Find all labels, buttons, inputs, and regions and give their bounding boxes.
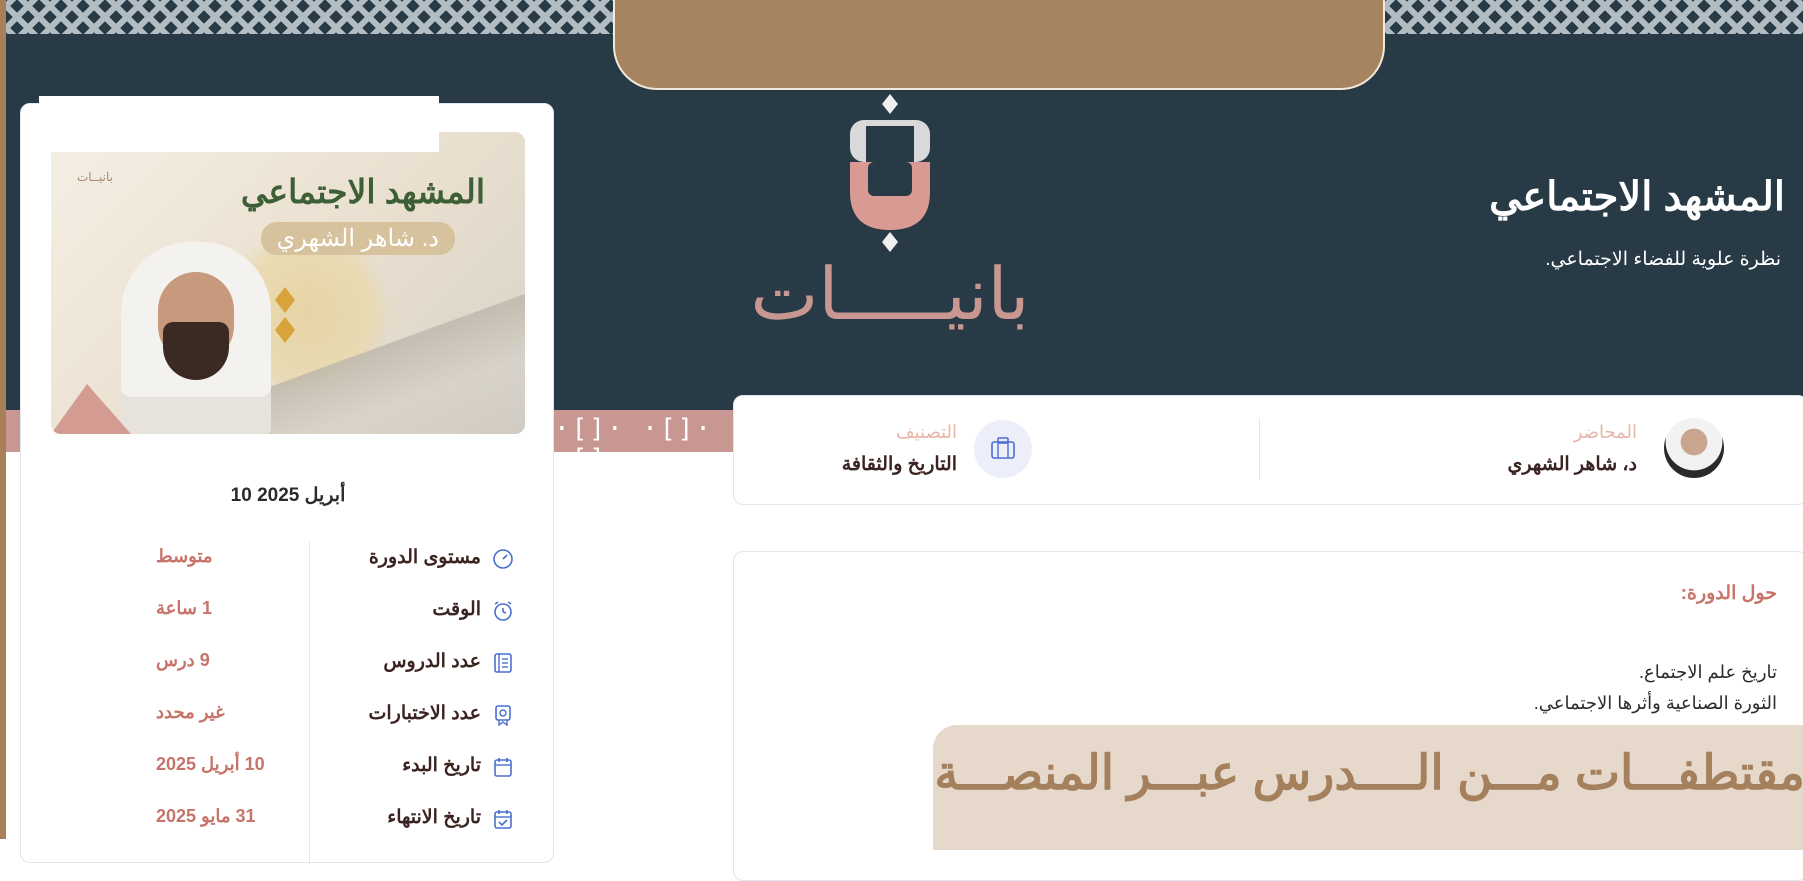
detail-row-time: الوقت 1 ساعة (21, 592, 555, 632)
course-info-strip: المحاضر د، شاهر الشهري التصنيف التاريخ و… (733, 395, 1803, 505)
detail-value: 10 أبريل 2025 (156, 754, 265, 774)
thumbnail-title: المشهد الاجتماعي (240, 173, 485, 210)
detail-value: 1 ساعة (156, 598, 212, 618)
detail-value: 9 درس (156, 650, 210, 670)
banyat-logo: بانيـــــات (730, 92, 1050, 352)
alarm-clock-icon (494, 601, 512, 621)
diamond-pattern-band (1385, 0, 1803, 34)
thumbnail-redaction-mask (39, 96, 439, 152)
page-subtitle: نظرة علوية للفضاء الاجتماعي. (1545, 249, 1781, 270)
instructor-avatar[interactable] (1664, 418, 1724, 478)
lessons-list-icon (494, 653, 512, 673)
info-divider (1259, 418, 1260, 480)
gauge-icon (493, 549, 513, 569)
detail-label: تاريخ الانتهاء (387, 807, 481, 828)
category-caption: التصنيف (895, 422, 957, 442)
clips-overlay-text: مقتطفـــات مـــن الــــدرس عبـــر المنصـ… (934, 747, 1803, 800)
about-line: الثورة الصناعية وأثرها الاجتماعي. (1533, 693, 1777, 713)
clips-overlay-banner: مقتطفـــات مـــن الــــدرس عبـــر المنصـ… (933, 725, 1803, 850)
category-icon-circle (974, 420, 1032, 478)
logo-wordmark: بانيـــــات (750, 252, 1030, 336)
about-line: تاريخ علم الاجتماع. (1639, 662, 1777, 682)
detail-value: 31 مايو 2025 (156, 806, 256, 826)
detail-value: متوسط (156, 546, 213, 566)
detail-row-start: تاريخ البدء 10 أبريل 2025 (21, 748, 555, 788)
thumbnail-instructor-pill: د. شاهر الشهري (260, 222, 455, 255)
course-thumbnail[interactable]: بانيــات المشهد الاجتماعي د. شاهر الشهري (51, 132, 525, 434)
calendar-check-icon (494, 810, 512, 829)
detail-label: مستوى الدورة (368, 547, 481, 568)
instructor-caption: المحاضر (1573, 422, 1637, 442)
chain-pattern-icon: ·[]· ·[]· ·[]· (554, 414, 713, 474)
detail-label: عدد الدروس (383, 651, 481, 672)
about-title: حول الدورة: (1680, 583, 1777, 604)
certificate-icon (495, 705, 511, 726)
thumbnail-corner-accent (51, 384, 131, 434)
thumbnail-mountains (265, 274, 525, 434)
briefcase-icon (991, 437, 1015, 459)
detail-label: الوقت (432, 599, 481, 620)
course-date: 10 أبريل 2025 (230, 485, 346, 506)
logo-mark-icon (850, 94, 930, 252)
gold-diamonds-icon (275, 287, 295, 343)
detail-value: غير محدد (156, 702, 225, 722)
detail-label: عدد الاختبارات (368, 703, 481, 724)
calendar-icon (494, 758, 512, 777)
detail-row-lessons: عدد الدروس 9 درس (21, 644, 555, 684)
detail-row-quizzes: عدد الاختبارات غير محدد (21, 696, 555, 736)
instructor-name[interactable]: د، شاهر الشهري (1508, 453, 1638, 476)
diamond-pattern-band (6, 0, 616, 34)
detail-label: تاريخ البدء (402, 755, 481, 776)
category-value[interactable]: التاريخ والثقافة (842, 453, 957, 476)
top-title-banner (613, 0, 1385, 90)
detail-row-level: مستوى الدورة متوسط (21, 540, 555, 580)
course-card: بانيــات المشهد الاجتماعي د. شاهر الشهري… (20, 96, 555, 864)
thumbnail-brand: بانيــات (77, 170, 113, 184)
page-title: المشهد الاجتماعي (1489, 175, 1785, 219)
detail-row-end: تاريخ الانتهاء 31 مايو 2025 (21, 800, 555, 840)
